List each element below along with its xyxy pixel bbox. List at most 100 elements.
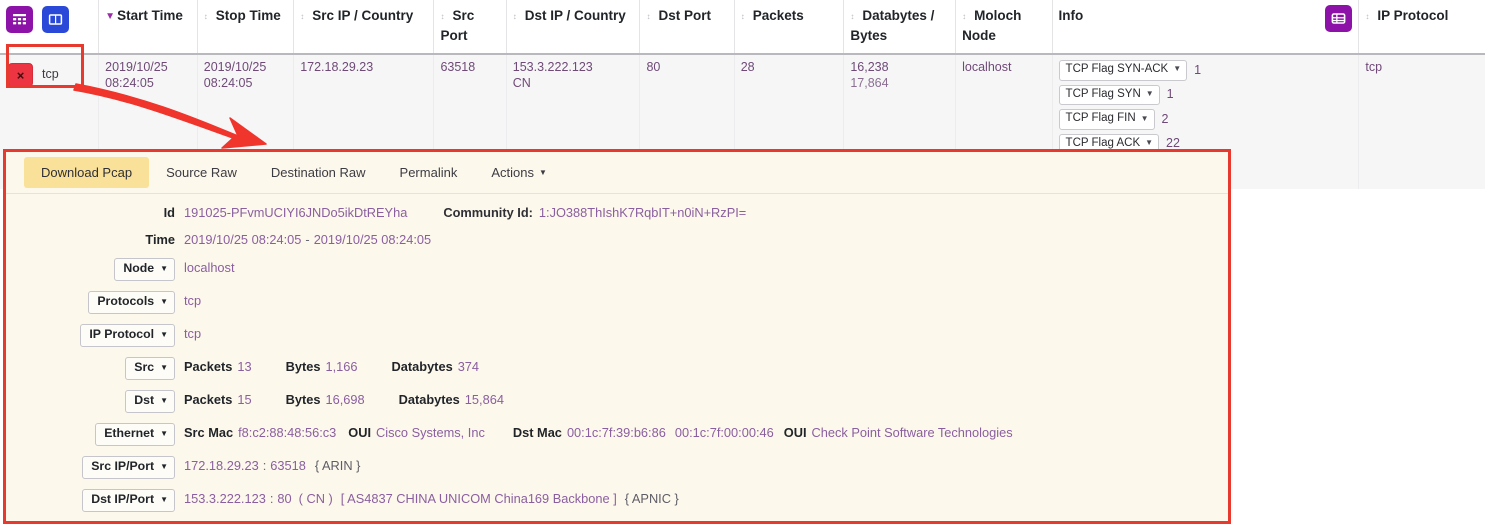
tcp-flag-fin-dropdown[interactable]: TCP Flag FIN ▼ — [1058, 109, 1155, 130]
dst-ipport-country[interactable]: ( CN ) — [299, 491, 333, 508]
th-dst-ip-country[interactable]: ↕ Dst IP / Country — [506, 0, 641, 56]
th-databytes-bytes-label: Databytes / Bytes — [850, 8, 935, 43]
start-time-clock: 08:24:05 — [105, 75, 154, 90]
dst-ipport-label: Dst IP/Port — [91, 492, 155, 507]
src-oui: OUI Cisco Systems, Inc — [348, 425, 485, 442]
chevron-down-icon: ▼ — [160, 330, 168, 340]
dst-packets: Packets 15 — [184, 392, 252, 409]
th-src-port[interactable]: ↕ Src Port — [433, 0, 507, 56]
src-ipport-port[interactable]: 63518 — [270, 458, 306, 475]
field-row-src-stats: Src ▼ Packets 13 Bytes 1,166 Databytes 374 — [6, 357, 1228, 381]
src-dropdown[interactable]: Src ▼ — [125, 357, 175, 381]
chevron-down-icon: ▼ — [160, 395, 168, 405]
dst-mac-value-2[interactable]: 00:1c:7f:00:00:46 — [675, 425, 774, 442]
th-packets-label: Packets — [752, 8, 804, 23]
th-dst-port[interactable]: ↕ Dst Port — [639, 0, 735, 56]
community-id-value[interactable]: 1:JO388ThIshK7RqbIT+n0iN+RzPI= — [539, 205, 746, 222]
tab-permalink[interactable]: Permalink — [383, 152, 475, 193]
src-label-wrap: Src ▼ — [6, 357, 184, 381]
dst-port-value[interactable]: 80 — [646, 60, 729, 76]
tab-actions-label: Actions — [491, 165, 534, 180]
th-stop-time[interactable]: ↕ Stop Time — [197, 0, 295, 56]
dst-ip-value[interactable]: 153.3.222.123 — [513, 60, 636, 76]
protocols-dropdown[interactable]: Protocols ▼ — [88, 291, 175, 315]
th-src-ip-country[interactable]: ↕ Src IP / Country — [293, 0, 435, 56]
sort-icon: ↕ — [512, 12, 517, 21]
protocols-value[interactable]: tcp — [184, 293, 201, 310]
field-row-src-ipport: Src IP/Port ▼ 172.18.29.23 : 63518 { ARI… — [6, 456, 1228, 480]
dst-country-value[interactable]: CN — [513, 76, 636, 92]
src-bytes-label: Bytes — [285, 359, 321, 375]
dst-ipport-ip[interactable]: 153.3.222.123 — [184, 491, 266, 508]
payload8-dropdown[interactable]: Payload8 ▼ — [91, 522, 175, 524]
src-ipport-ip[interactable]: 172.18.29.23 — [184, 458, 259, 475]
dst-ipport-dropdown[interactable]: Dst IP/Port ▼ — [82, 489, 175, 513]
src-ipport-colon: : — [262, 458, 267, 474]
dst-oui-value[interactable]: Check Point Software Technologies — [812, 425, 1013, 440]
sort-icon: ↕ — [440, 12, 445, 21]
th-packets[interactable]: ↕ Packets — [734, 0, 845, 56]
src-oui-value[interactable]: Cisco Systems, Inc — [376, 425, 485, 440]
dst-label-wrap: Dst ▼ — [6, 390, 184, 414]
time-start-value[interactable]: 2019/10/25 08:24:05 — [184, 232, 301, 249]
close-icon[interactable]: × — [8, 63, 33, 88]
protocols-label: Protocols — [97, 294, 155, 309]
tab-download-pcap[interactable]: Download Pcap — [24, 157, 150, 188]
src-databytes: Databytes 374 — [392, 359, 480, 376]
field-row-ip-protocol: IP Protocol ▼ tcp — [6, 324, 1228, 348]
src-ip-value[interactable]: 172.18.29.23 — [300, 60, 429, 76]
src-packets-value: 13 — [237, 359, 252, 375]
src-ipport-dropdown[interactable]: Src IP/Port ▼ — [82, 456, 175, 480]
src-mac-value[interactable]: f8:c2:88:48:56:c3 — [238, 425, 336, 440]
dst-ipport-asn[interactable]: [ AS4837 CHINA UNICOM China169 Backbone … — [341, 491, 617, 508]
id-value[interactable]: 191025-PFvmUCIYI6JNDo5ikDtREYha — [184, 205, 407, 222]
sessions-table-header-row: ▼ Start Time ↕ Stop Time ↕ Src IP / Country… — [0, 0, 1485, 56]
src-databytes-value: 374 — [457, 359, 480, 375]
ip-protocol-value[interactable]: tcp — [184, 326, 201, 343]
ip-protocol-value[interactable]: tcp — [1365, 60, 1481, 76]
time-label: Time — [145, 231, 175, 247]
node-value[interactable]: localhost — [184, 260, 235, 277]
dst-mac: Dst Mac 00:1c:7f:39:b6:86 — [513, 425, 666, 442]
ip-protocol-dropdown[interactable]: IP Protocol ▼ — [80, 324, 175, 348]
tab-permalink-label: Permalink — [399, 165, 458, 180]
dst-mac-value[interactable]: 00:1c:7f:39:b6:86 — [567, 425, 666, 440]
moloch-node-value[interactable]: localhost — [962, 60, 1047, 76]
th-start-time[interactable]: ▼ Start Time — [98, 0, 198, 56]
session-detail-panel: Download Pcap Source Raw Destination Raw… — [6, 152, 1228, 524]
th-ip-protocol[interactable]: ↕ IP Protocol — [1358, 0, 1485, 56]
tcp-flag-syn-ack-dropdown[interactable]: TCP Flag SYN-ACK ▼ — [1058, 60, 1188, 81]
tab-actions[interactable]: Actions ▼ — [474, 152, 564, 193]
tcp-flag-syn-label: TCP Flag SYN — [1065, 87, 1141, 100]
sort-icon: ↕ — [646, 12, 651, 21]
tab-download-pcap-label: Download Pcap — [41, 165, 133, 180]
tab-source-raw[interactable]: Source Raw — [149, 152, 254, 193]
tcp-flag-syn-dropdown[interactable]: TCP Flag SYN ▼ — [1058, 84, 1160, 106]
grid-view-icon[interactable] — [6, 6, 33, 33]
th-stop-time-label: Stop Time — [215, 8, 281, 23]
dst-dropdown[interactable]: Dst ▼ — [125, 390, 175, 414]
th-moloch-node[interactable]: ↕ Moloch Node — [955, 0, 1053, 56]
th-databytes-bytes[interactable]: ↕ Databytes / Bytes — [843, 0, 957, 56]
src-bytes: Bytes 1,166 — [286, 359, 358, 376]
ethernet-dropdown[interactable]: Ethernet ▼ — [95, 423, 175, 447]
tab-destination-raw[interactable]: Destination Raw — [254, 152, 383, 193]
dst-ipport-port[interactable]: 80 — [277, 491, 291, 508]
dst-packets-value: 15 — [237, 392, 252, 408]
tcp-flag-ack-count: 22 — [1166, 136, 1180, 151]
two-column-view-icon[interactable] — [41, 6, 69, 33]
src-oui-label: OUI — [348, 425, 372, 441]
tcp-flag-fin-count: 2 — [1161, 111, 1169, 126]
list-item: TCP Flag SYN-ACK ▼ 1 — [1058, 60, 1355, 81]
dst-bytes-value: 16,698 — [325, 392, 365, 408]
tcp-flag-syn-ack-count: 1 — [1194, 62, 1202, 77]
sort-icon: ↕ — [740, 12, 745, 21]
time-stop-value[interactable]: 2019/10/25 08:24:05 — [314, 232, 431, 249]
chevron-down-icon: ▼ — [1145, 89, 1154, 98]
node-dropdown[interactable]: Node ▼ — [114, 258, 175, 282]
tcp-flag-syn-count: 1 — [1166, 87, 1174, 102]
src-port-value[interactable]: 63518 — [440, 60, 501, 76]
info-table-toggle-icon[interactable] — [1325, 5, 1353, 32]
databytes-value: 16,238 — [850, 60, 889, 75]
id-label: Id — [163, 205, 175, 220]
